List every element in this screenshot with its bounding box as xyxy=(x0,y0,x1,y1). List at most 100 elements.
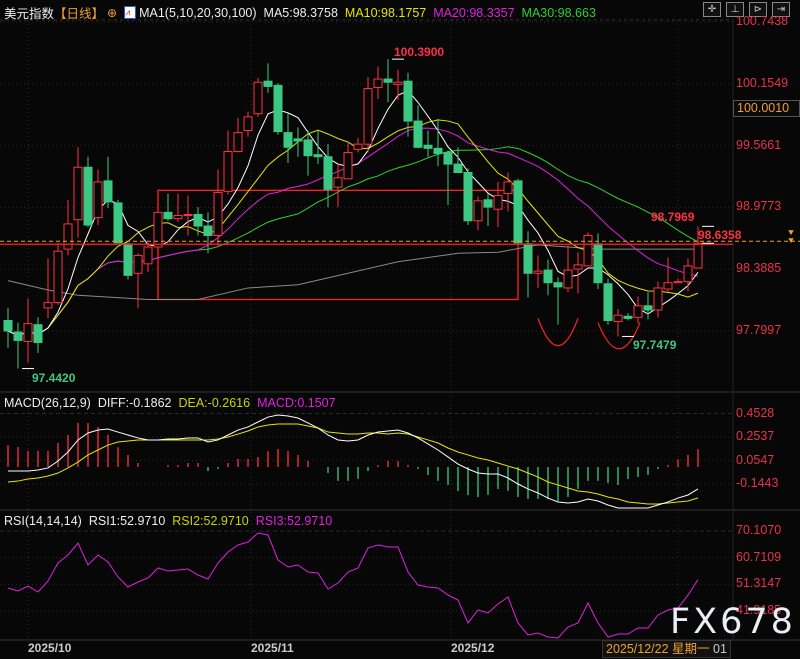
candle-down xyxy=(123,243,133,276)
candle-up xyxy=(373,78,383,88)
ma5-value: MA5:98.3758 xyxy=(263,5,338,20)
rsi-axis-label: 70.1070 xyxy=(736,523,782,537)
candle-up xyxy=(363,88,373,145)
candle-up xyxy=(253,81,263,115)
candle-down xyxy=(293,138,303,142)
rsi-line xyxy=(7,532,699,639)
candle-up xyxy=(53,250,63,304)
price-annotation: 100.3900 xyxy=(394,45,445,60)
candle-down xyxy=(323,156,333,190)
candle-up xyxy=(153,211,163,248)
add-indicator-icon[interactable]: ⊕ xyxy=(107,6,117,20)
candle-up xyxy=(533,270,543,274)
price-header: 美元指数 【日线】 ⊕ ⩘ MA1(5,10,20,30,100) MA5:98… xyxy=(4,3,603,22)
candle-down xyxy=(13,331,23,341)
candle-down xyxy=(103,180,113,203)
candle-down xyxy=(643,305,653,311)
rsi-axis-label: 60.7109 xyxy=(736,549,782,564)
candle-down xyxy=(543,269,553,284)
diff-value: DIFF:-0.1862 xyxy=(97,396,172,410)
candle-down xyxy=(313,154,323,158)
ma20-line xyxy=(7,127,699,337)
chart-canvas[interactable] xyxy=(0,0,800,659)
candle-down xyxy=(443,152,453,165)
rsi-header: RSI(14,14,14) RSI1:52.9710 RSI2:52.9710 … xyxy=(4,514,339,528)
watermark-logo: FX678 xyxy=(670,602,796,642)
macd-axis-label: -0.1443 xyxy=(736,476,779,491)
cursor-suffix: 01 xyxy=(713,642,727,656)
candle-up xyxy=(473,200,483,222)
crosshair-price-box: 100.0010 xyxy=(733,100,800,117)
candle-up xyxy=(213,191,223,236)
candle-up xyxy=(223,150,233,192)
candle-down xyxy=(33,324,43,344)
candle-up xyxy=(393,81,403,85)
rsi3-value: RSI3:52.9710 xyxy=(255,514,333,528)
candle-down xyxy=(483,199,493,208)
candle-up xyxy=(173,215,183,220)
price-axis-label: 99.5661 xyxy=(736,137,782,152)
candle-down xyxy=(303,139,313,157)
price-axis-label: 98.3885 xyxy=(736,261,782,276)
candle-down xyxy=(553,282,563,288)
candle-up xyxy=(23,323,33,342)
ma30-value: MA30:98.663 xyxy=(521,5,596,20)
candle-up xyxy=(143,246,153,265)
candle-up xyxy=(183,213,193,217)
candle-up xyxy=(233,132,243,152)
indicator-chart-icon[interactable]: ⩘ xyxy=(124,6,137,19)
candle-up xyxy=(563,269,573,289)
candle-down xyxy=(263,80,273,87)
candle-up xyxy=(63,223,73,250)
x-axis-label: 2025/10 xyxy=(28,641,72,655)
candle-up xyxy=(673,281,683,284)
candle-up xyxy=(653,287,663,311)
dea-value: DEA:-0.2616 xyxy=(178,396,251,410)
price-axis-label: 100.1549 xyxy=(736,75,789,90)
candle-down xyxy=(433,147,443,155)
cursor-date: 2025/12/22 星期一 xyxy=(606,642,710,656)
macd-name[interactable]: MACD(26,12,9) xyxy=(4,396,91,410)
last-price-arrow-icon: ⯆ ⯆ xyxy=(787,228,795,247)
symbol-title: 美元指数 xyxy=(4,7,55,21)
candle-up xyxy=(663,282,673,290)
candle-down xyxy=(113,202,123,244)
candle-up xyxy=(43,302,53,309)
candle-up xyxy=(633,305,643,318)
macd-axis-label: 0.0547 xyxy=(736,452,775,467)
macd-axis-label: 0.4528 xyxy=(736,405,775,420)
candle-down xyxy=(453,163,463,173)
crosshair-icon[interactable]: ✛ xyxy=(703,2,721,17)
candle-up xyxy=(683,265,693,283)
candle-up xyxy=(133,254,143,274)
candle-down xyxy=(383,78,393,83)
candle-down xyxy=(593,243,603,284)
candle-down xyxy=(83,166,93,226)
price-annotation: 98.6358 xyxy=(698,228,742,243)
candle-down xyxy=(423,144,433,149)
ma10-line xyxy=(7,119,699,337)
candle-down xyxy=(203,225,213,236)
ma10-value: MA10:98.1757 xyxy=(344,5,427,20)
candle-down xyxy=(463,171,473,222)
rsi-name[interactable]: RSI(14,14,14) xyxy=(4,514,82,528)
ma20-value: MA20:98.3357 xyxy=(433,5,515,20)
macd-header: MACD(26,12,9) DIFF:-0.1862 DEA:-0.2616 M… xyxy=(4,396,343,410)
candle-up xyxy=(503,181,513,194)
candle-down xyxy=(283,132,293,148)
candle-down xyxy=(3,319,13,332)
candle-down xyxy=(193,213,203,227)
candle-down xyxy=(163,211,173,220)
indicator-name[interactable]: MA1(5,10,20,30,100) xyxy=(139,6,256,20)
candle-up xyxy=(333,177,343,188)
price-axis-label: 98.9773 xyxy=(736,199,782,214)
candle-up xyxy=(573,264,583,270)
candle-down xyxy=(413,120,423,148)
candle-up xyxy=(93,181,103,219)
candle-up xyxy=(73,166,83,221)
period-label[interactable]: 【日线】 xyxy=(54,3,104,22)
candle-up xyxy=(693,242,703,269)
price-axis-label: 97.7997 xyxy=(736,323,782,337)
price-annotation: 98.7969 xyxy=(651,210,695,225)
candle-up xyxy=(493,195,503,210)
